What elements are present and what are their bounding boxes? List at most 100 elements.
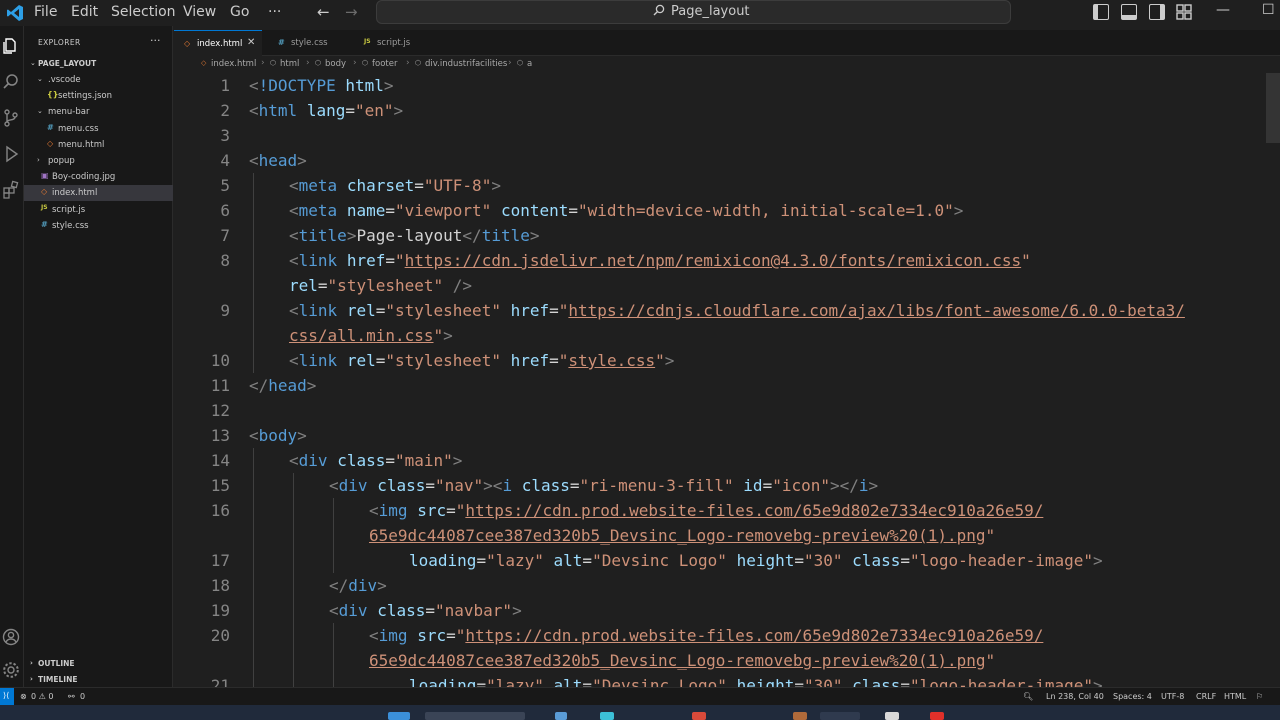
code-token-txt: = — [476, 551, 487, 570]
code-token-tag: meta — [298, 201, 338, 220]
code-token-attr: lang — [306, 101, 346, 120]
status-bar: ⟩⟨ ⊗ 0 ⚠ 0 ⚯ 0 🔍︎ Ln 238, Col 40 Spaces:… — [0, 687, 1280, 706]
tree-item[interactable]: ⌄ menu-bar — [24, 104, 173, 120]
line-number: 9 — [220, 301, 230, 320]
menu-item[interactable]: File — [34, 4, 57, 20]
back-arrow-icon[interactable]: ← — [317, 3, 330, 21]
tree-item[interactable]: {} settings.json — [24, 88, 173, 104]
editor-scrollbar[interactable] — [1266, 73, 1280, 143]
forward-arrow-icon[interactable]: → — [345, 3, 358, 21]
notifications-icon[interactable]: ⚐ — [1256, 692, 1263, 701]
toggle-panel-icon[interactable] — [1121, 4, 1137, 20]
tab-style-css[interactable]: # style.css — [268, 30, 354, 56]
tree-item[interactable]: ⌄ .vscode — [24, 72, 173, 88]
menu-item[interactable]: Selection — [111, 4, 176, 20]
timeline-section[interactable]: › TIMELINE — [24, 672, 173, 688]
close-icon[interactable]: ✕ — [247, 37, 255, 48]
tree-item-label: .vscode — [48, 75, 81, 85]
tab-index-html[interactable]: ◇ index.html ✕ — [174, 30, 262, 56]
code-editor[interactable]: 1 <!DOCTYPE html> 2 <html lang="en"> 3 4 <head… — [174, 73, 1280, 687]
search-icon[interactable] — [1, 72, 21, 92]
language-mode[interactable]: HTML — [1224, 692, 1246, 701]
zoom-icon[interactable]: 🔍︎ — [1023, 692, 1033, 701]
customize-layout-icon[interactable] — [1176, 4, 1192, 20]
maximize-icon[interactable]: ☐ — [1262, 2, 1275, 18]
line-number: 10 — [210, 351, 230, 370]
breadcrumb-item[interactable]: a — [527, 59, 532, 69]
taskbar-app-icon[interactable] — [793, 712, 807, 720]
tree-item[interactable]: # style.css — [24, 218, 173, 234]
ports-count[interactable]: 0 — [80, 692, 85, 701]
account-icon[interactable] — [1, 627, 21, 647]
code-token-txt: = — [375, 351, 386, 370]
taskbar-app-icon[interactable] — [600, 712, 614, 720]
code-token-attr: html — [345, 76, 384, 95]
ports-icon: ⚯ — [68, 692, 75, 701]
tree-item[interactable]: JS script.js — [24, 202, 173, 218]
menu-item[interactable]: Go — [230, 4, 249, 20]
taskbar-app-icon[interactable] — [930, 712, 944, 720]
code-token-attr: class — [377, 601, 426, 620]
taskbar-vscode-active[interactable] — [820, 712, 860, 720]
workspace-root[interactable]: ⌄ PAGE_LAYOUT — [24, 56, 173, 72]
run-debug-icon[interactable] — [1, 144, 21, 164]
code-token-t: < — [289, 451, 299, 470]
menu-item[interactable]: Edit — [71, 4, 98, 20]
tree-item[interactable]: ▣ Boy-coding.jpg — [24, 169, 173, 185]
start-icon[interactable] — [388, 712, 410, 720]
menu-item[interactable]: View — [183, 4, 216, 20]
code-token-attr: href — [510, 351, 550, 370]
code-token-t: < — [289, 351, 299, 370]
code-token-attr: rel — [346, 351, 376, 370]
code-token-url: https://cdn.jsdelivr.net/npm/remixicon@4… — [404, 251, 1022, 270]
tab-script-js[interactable]: JS script.js — [354, 30, 440, 56]
cursor-position[interactable]: Ln 238, Col 40 — [1046, 692, 1104, 701]
breadcrumb-item[interactable]: div.industrifacilities — [425, 59, 507, 69]
json-file-icon: {} — [47, 90, 59, 100]
code-token-t: </ — [462, 226, 482, 245]
tree-item[interactable]: ◇ menu.html — [24, 137, 173, 153]
code-token-t: > — [953, 201, 964, 220]
indent-guide — [293, 473, 294, 687]
remote-indicator[interactable]: ⟩⟨ — [0, 688, 14, 706]
breadcrumb-item[interactable]: body — [325, 59, 346, 69]
explorer-icon[interactable] — [1, 36, 21, 56]
minimize-icon[interactable]: — — [1216, 2, 1230, 18]
command-center-search[interactable]: Page_layout — [376, 0, 1011, 24]
menu-item[interactable]: ··· — [268, 4, 281, 20]
problems-count[interactable]: 0 ⚠ 0 — [31, 692, 53, 701]
toggle-primary-sidebar-icon[interactable] — [1093, 4, 1109, 20]
code-token-t: > — [512, 601, 522, 620]
breadcrumb-item[interactable]: footer — [372, 59, 397, 69]
settings-gear-icon[interactable] — [1, 660, 21, 680]
tree-item[interactable]: # menu.css — [24, 121, 173, 137]
toggle-secondary-sidebar-icon[interactable] — [1149, 4, 1165, 20]
code-token-attr: alt — [553, 676, 583, 687]
breadcrumb-item[interactable]: index.html — [211, 59, 256, 69]
code-line: css/all.min.css"> — [289, 323, 453, 348]
tree-item[interactable]: › popup — [24, 153, 173, 169]
taskbar-search[interactable] — [425, 712, 525, 720]
line-ending[interactable]: CRLF — [1196, 692, 1216, 701]
source-control-icon[interactable] — [1, 108, 21, 128]
code-token-txt: = — [568, 201, 579, 220]
taskbar-app-icon[interactable] — [692, 712, 706, 720]
indentation[interactable]: Spaces: 4 — [1113, 692, 1152, 701]
css-file-icon: # — [47, 122, 54, 132]
chevron-right-icon: › — [30, 659, 33, 667]
breadcrumb-item[interactable]: html — [280, 59, 299, 69]
code-token-t: < — [249, 426, 259, 445]
outline-section[interactable]: › OUTLINE — [24, 656, 173, 672]
tree-item[interactable]: ◇ index.html — [24, 185, 173, 202]
taskbar-app-icon[interactable] — [885, 712, 899, 720]
extensions-icon[interactable] — [1, 180, 21, 200]
taskbar-app-icon[interactable] — [555, 712, 567, 720]
encoding[interactable]: UTF-8 — [1161, 692, 1184, 701]
code-token-attr: content — [500, 201, 569, 220]
line-number: 20 — [210, 626, 230, 645]
more-actions-icon[interactable]: ··· — [150, 34, 161, 47]
